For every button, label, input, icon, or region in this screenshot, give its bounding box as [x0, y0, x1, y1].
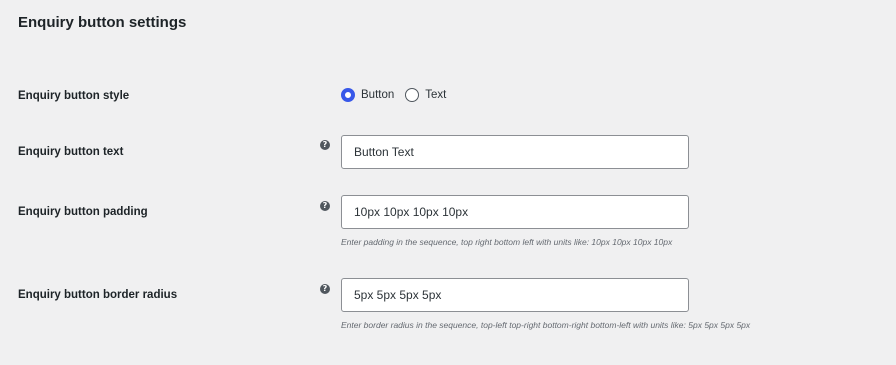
border-radius-description: Enter border radius in the sequence, top…: [341, 320, 751, 330]
button-padding-input[interactable]: [341, 195, 689, 229]
button-text-label: Enquiry button text: [18, 146, 124, 158]
border-radius-label: Enquiry button border radius: [18, 289, 178, 301]
button-text-input[interactable]: [341, 135, 689, 169]
section-title: Enquiry button settings: [18, 14, 187, 31]
radio-label-button: Button: [361, 89, 395, 101]
radio-option-text[interactable]: Text: [405, 88, 446, 102]
help-icon[interactable]: ?: [320, 284, 330, 294]
radio-label-text: Text: [425, 89, 447, 101]
radio-option-button[interactable]: Button: [341, 88, 394, 102]
radio-button-checked[interactable]: [341, 88, 355, 102]
style-label: Enquiry button style: [18, 90, 130, 102]
style-radio-group: Button Text: [341, 87, 446, 103]
padding-description: Enter padding in the sequence, top right…: [341, 237, 673, 247]
button-padding-label: Enquiry button padding: [18, 206, 148, 218]
help-icon[interactable]: ?: [320, 140, 330, 150]
border-radius-input[interactable]: [341, 278, 689, 312]
radio-text-unchecked[interactable]: [405, 88, 420, 102]
help-icon[interactable]: ?: [320, 201, 330, 211]
